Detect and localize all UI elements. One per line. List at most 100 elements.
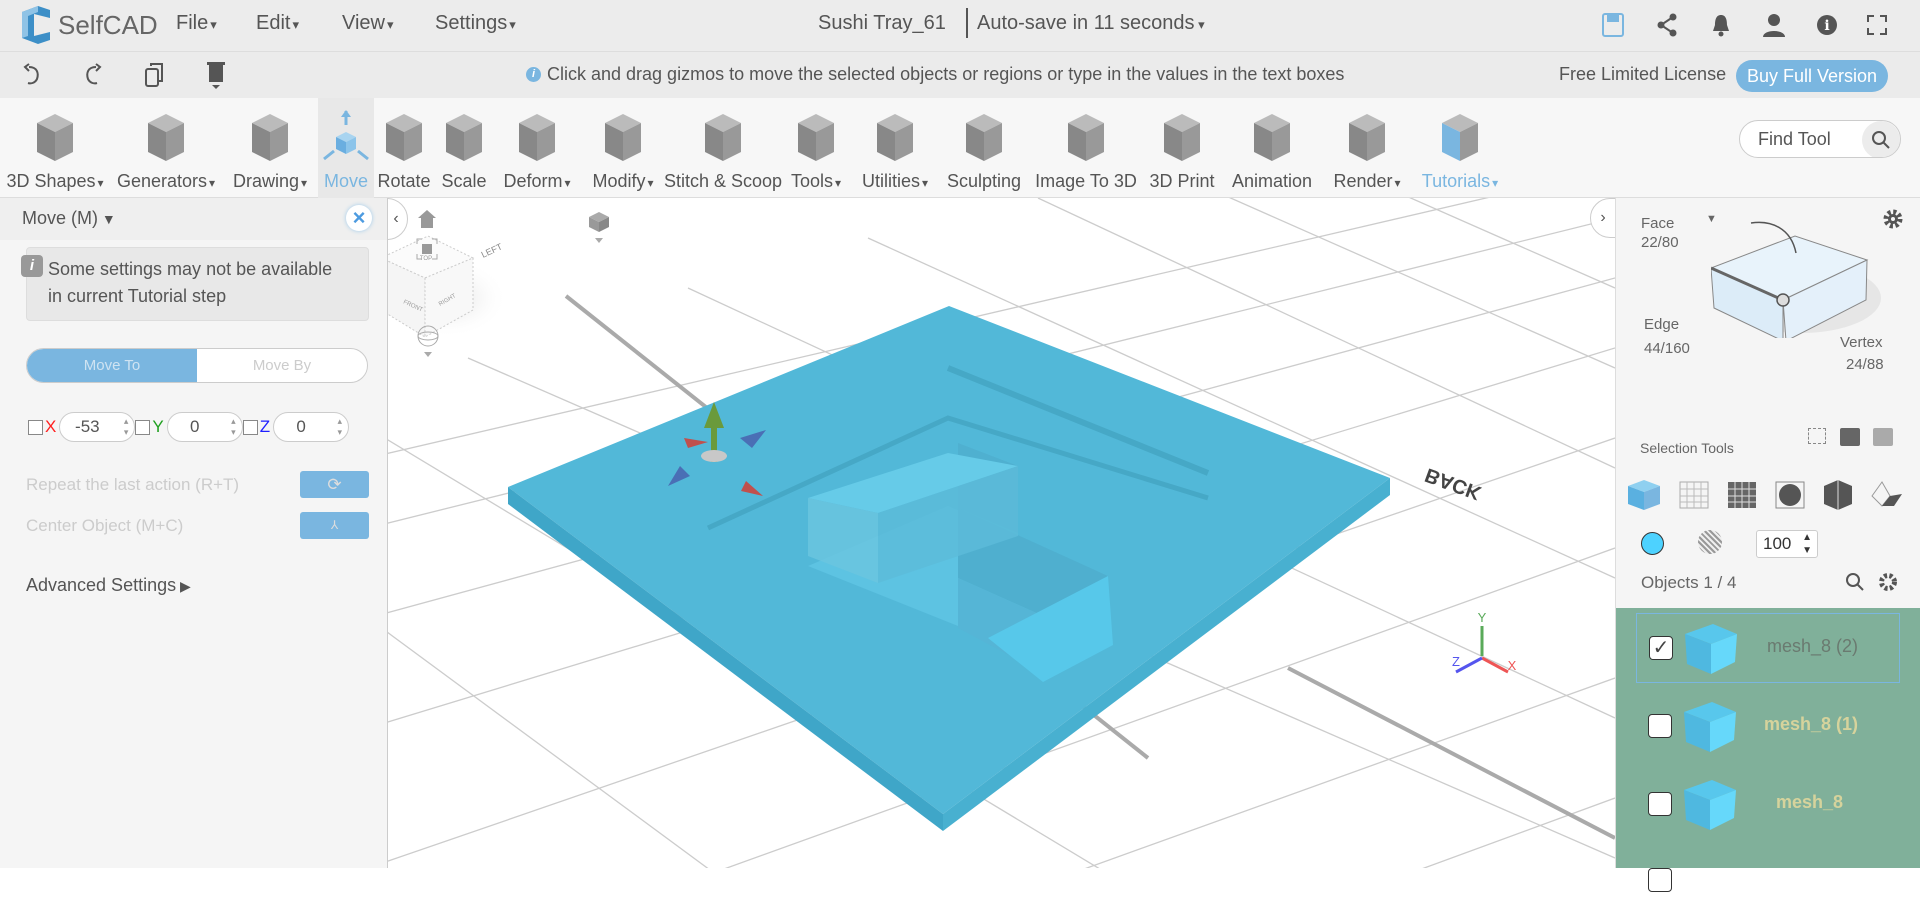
solid-select-icon[interactable] <box>1820 476 1856 512</box>
bell-icon[interactable] <box>1706 10 1736 40</box>
color-picker[interactable] <box>1641 532 1664 555</box>
sushi-tray-model[interactable] <box>508 306 1390 831</box>
tool-stitch-scoop[interactable]: Stitch & Scoop <box>664 98 782 198</box>
document-title[interactable]: Sushi Tray_61 <box>818 12 946 35</box>
copy-icon[interactable] <box>140 60 170 90</box>
info-icon[interactable]: i <box>1812 10 1842 40</box>
view-mode-icon[interactable] <box>584 206 614 249</box>
undo-icon[interactable] <box>17 60 47 90</box>
fullscreen-icon[interactable] <box>1862 10 1892 40</box>
tool-tutorials[interactable]: Tutorials <box>1412 98 1508 198</box>
scene[interactable]: BACK TOP FRONT RIGHT LEFT Y X Z <box>388 198 1615 868</box>
tool-modify[interactable]: Modify <box>580 98 666 198</box>
y-input[interactable]: 0 <box>166 412 243 442</box>
tool-3d-print[interactable]: 3D Print <box>1142 98 1222 198</box>
face-select-icon[interactable] <box>1676 476 1712 512</box>
z-lock-checkbox[interactable] <box>242 419 258 435</box>
orbit-icon[interactable] <box>416 324 440 363</box>
material-icon[interactable] <box>1698 530 1722 554</box>
move-mode-toggle: Move To Move By <box>26 348 368 383</box>
vertex-select-icon[interactable] <box>1772 476 1808 512</box>
tab-move-by[interactable]: Move By <box>197 349 367 382</box>
gear-icon[interactable] <box>1878 572 1898 597</box>
tool-generators[interactable]: Generators <box>110 98 222 198</box>
y-lock-checkbox[interactable] <box>135 419 151 435</box>
tab-move-to[interactable]: Move To <box>27 349 197 382</box>
share-icon[interactable] <box>1652 10 1682 40</box>
hint-message: i Click and drag gizmos to move the selec… <box>526 64 1344 85</box>
move-icon <box>323 110 369 161</box>
autosave-status[interactable]: Auto-save in 11 seconds <box>977 12 1205 35</box>
center-object-label: Center Object (M+C) <box>26 516 184 535</box>
object-name[interactable]: mesh_8 (1) <box>1764 714 1858 735</box>
object-checkbox[interactable]: ✓ <box>1649 636 1673 660</box>
home-icon[interactable] <box>416 208 438 235</box>
tool-scale[interactable]: Scale <box>434 98 494 198</box>
tool-utilities[interactable]: Utilities <box>852 98 938 198</box>
object-name[interactable]: mesh_8 <box>1776 792 1843 813</box>
buy-full-version-button[interactable]: Buy Full Version <box>1736 60 1888 92</box>
user-icon[interactable] <box>1759 10 1789 40</box>
object-checkbox[interactable] <box>1648 714 1672 738</box>
vertex-mode-label[interactable]: Vertex <box>1840 334 1883 351</box>
zoom-fit-icon[interactable] <box>416 238 438 265</box>
face-mode-label[interactable]: Face <box>1641 215 1674 232</box>
advanced-settings-toggle[interactable]: Advanced Settings <box>26 575 191 596</box>
logo-icon <box>22 6 50 44</box>
redo-icon[interactable] <box>78 60 108 90</box>
delete-icon[interactable] <box>201 60 231 90</box>
tool-move[interactable]: Move <box>318 98 374 198</box>
box-select-icon[interactable] <box>1808 428 1826 444</box>
object-select-icon[interactable] <box>1626 476 1662 512</box>
save-icon[interactable] <box>1598 10 1628 40</box>
tool-3d-shapes[interactable]: 3D Shapes <box>0 98 110 198</box>
center-object-button[interactable]: ⅄ <box>300 512 369 539</box>
cube-face-left[interactable]: LEFT <box>480 241 505 260</box>
drawing-icon <box>252 114 288 161</box>
object-checkbox[interactable] <box>1648 792 1672 816</box>
menu-file[interactable]: File <box>176 12 217 35</box>
edge-select-icon[interactable] <box>1724 476 1760 512</box>
tool-rotate[interactable]: Rotate <box>374 98 434 198</box>
center-handle[interactable] <box>701 450 727 462</box>
x-lock-checkbox[interactable] <box>28 419 43 435</box>
stepper-icon[interactable]: ▲ ▼ <box>1802 531 1812 557</box>
close-icon[interactable]: × <box>346 205 372 231</box>
panel-title[interactable]: Move (M) <box>22 208 116 229</box>
3d-viewport[interactable]: BACK TOP FRONT RIGHT LEFT Y X Z ‹ › <box>388 198 1615 868</box>
list-item[interactable]: mesh_8 <box>1636 770 1900 840</box>
list-item[interactable]: mesh_8 (1) <box>1636 692 1900 762</box>
selection-mode-illustration[interactable] <box>1711 208 1891 338</box>
tool-deform[interactable]: Deform <box>494 98 580 198</box>
x-input[interactable]: -53 <box>59 412 136 442</box>
menu-edit[interactable]: Edit <box>256 12 299 35</box>
tool-render[interactable]: Render <box>1322 98 1412 198</box>
find-tool-search[interactable] <box>1739 120 1901 158</box>
edge-mode-label[interactable]: Edge <box>1644 316 1679 333</box>
utilities-icon <box>877 114 913 161</box>
tool-drawing[interactable]: Drawing <box>222 98 318 198</box>
opacity-input[interactable]: 100 ▲ ▼ <box>1756 530 1818 558</box>
select-through-icon[interactable] <box>1840 428 1860 446</box>
object-checkbox[interactable] <box>1648 868 1672 892</box>
list-item[interactable]: ✓ mesh_8 (2) <box>1636 613 1900 683</box>
menu-view[interactable]: View <box>342 12 394 35</box>
tool-image-to-3d[interactable]: Image To 3D <box>1030 98 1142 198</box>
search-icon[interactable] <box>1845 572 1865 597</box>
search-icon[interactable] <box>1862 121 1900 157</box>
menu-settings[interactable]: Settings <box>435 12 516 35</box>
select-all-icon[interactable] <box>1873 428 1893 446</box>
find-tool-input[interactable] <box>1740 121 1858 157</box>
plane-select-icon[interactable] <box>1868 476 1904 512</box>
tool-animation[interactable]: Animation <box>1222 98 1322 198</box>
selection-tools-label: Selection Tools <box>1640 440 1734 456</box>
panel-header: Move (M) × <box>0 198 387 240</box>
tool-tools[interactable]: Tools <box>780 98 852 198</box>
view-cube[interactable]: TOP FRONT RIGHT LEFT <box>388 235 508 338</box>
list-item[interactable] <box>1636 846 1900 916</box>
object-name[interactable]: mesh_8 (2) <box>1767 636 1858 657</box>
tool-sculpting[interactable]: Sculpting <box>938 98 1030 198</box>
selfcad-logo[interactable]: SelfCAD <box>18 6 158 44</box>
z-input[interactable]: 0 <box>273 412 350 442</box>
repeat-button[interactable]: ⟳ <box>300 471 369 498</box>
